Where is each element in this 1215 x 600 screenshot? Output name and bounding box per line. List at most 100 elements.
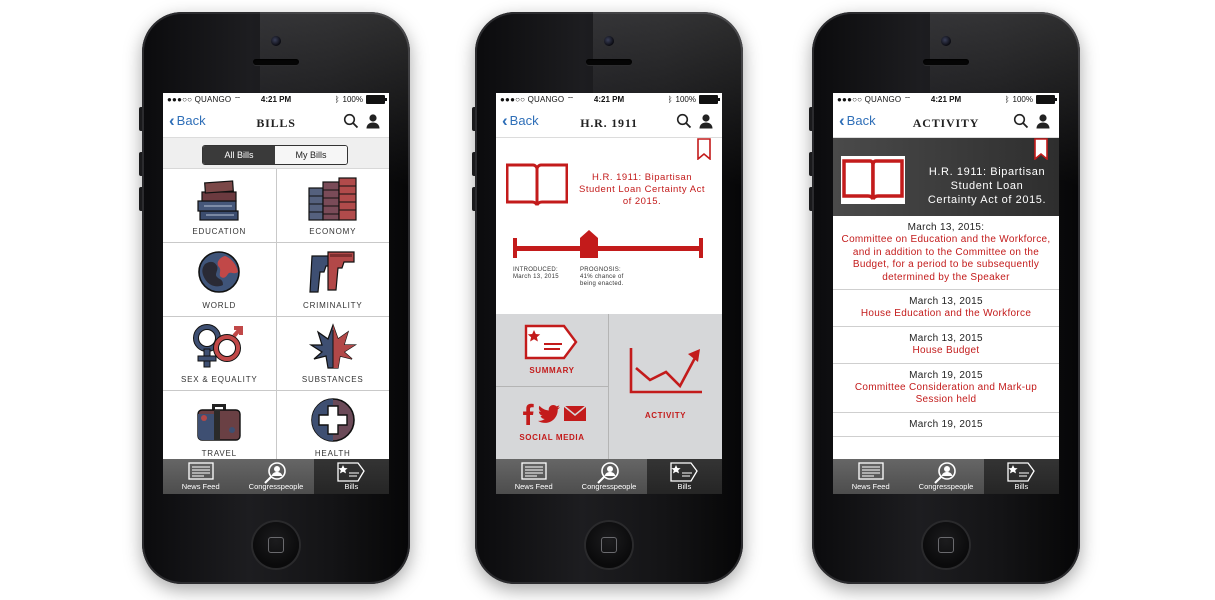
earpiece-speaker: [923, 59, 969, 65]
category-label: HEALTH: [314, 449, 351, 458]
search-icon[interactable]: [1013, 113, 1029, 129]
leaf-icon: [308, 323, 357, 369]
tab-bar: News Feed Congresspeople Bills: [496, 459, 722, 494]
person-magnify-icon: [264, 462, 286, 484]
tab-bar: News Feed Congresspeople Bills: [163, 459, 389, 494]
summary-document-icon: [524, 324, 578, 360]
category-sex-equality[interactable]: SEX & EQUALITY: [163, 317, 276, 390]
open-book-icon: [506, 163, 568, 206]
list-item[interactable]: March 19, 2015: [833, 413, 1059, 437]
suitcase-icon: [197, 404, 241, 441]
book-icon-badge: [841, 156, 905, 204]
bills-filter-segmented-control: All Bills My Bills: [202, 145, 348, 165]
tab-news-feed[interactable]: News Feed: [833, 459, 909, 494]
bookmark-icon[interactable]: [697, 138, 711, 160]
bills-screen: ●●●○○ QUANGO ⌔ 4:21 PM ᛒ 100% ‹ Back BILLS…: [163, 93, 389, 494]
home-button[interactable]: [253, 522, 299, 568]
tab-bar: News Feed Congresspeople Bills: [833, 459, 1059, 494]
search-icon[interactable]: [676, 113, 692, 129]
category-economy[interactable]: ECONOMY: [276, 169, 389, 242]
status-bar: ●●●○○ QUANGO ⌔ 4:21 PM ᛒ 100%: [833, 93, 1059, 107]
front-camera: [941, 36, 951, 46]
tab-bills[interactable]: Bills: [983, 459, 1059, 494]
category-substances[interactable]: SUBSTANCES: [276, 317, 389, 390]
category-label: SUBSTANCES: [301, 375, 364, 384]
bill-progress-timeline: [513, 230, 703, 258]
tab-news-feed[interactable]: News Feed: [163, 459, 239, 494]
tab-bills[interactable]: Bills: [313, 459, 389, 494]
home-button[interactable]: [923, 522, 969, 568]
tab-congresspeople[interactable]: Congresspeople: [908, 459, 984, 494]
tab-congresspeople[interactable]: Congresspeople: [238, 459, 314, 494]
twitter-icon[interactable]: [538, 405, 560, 423]
bluetooth-icon: ᛒ: [1004, 95, 1010, 104]
user-profile-icon[interactable]: [698, 113, 714, 129]
earpiece-speaker: [253, 59, 299, 65]
bill-action-tiles: SUMMARY ACTIVITY SOCIAL MEDIA: [496, 314, 722, 459]
social-media-tile[interactable]: SOCIAL MEDIA: [496, 387, 608, 459]
bill-header: H.R. 1911: Bipartisan Student Loan Certa…: [833, 138, 1059, 216]
open-book-icon: [842, 159, 904, 200]
list-item[interactable]: March 13, 2015: Committee on Education a…: [833, 216, 1059, 291]
bluetooth-icon: ᛒ: [667, 95, 673, 104]
battery-icon: [366, 95, 387, 104]
nav-bar: ‹ Back ACTIVITY: [833, 107, 1059, 138]
user-profile-icon[interactable]: [365, 113, 381, 129]
line-chart-icon: [629, 348, 702, 394]
segment-bar: All Bills My Bills: [163, 138, 389, 169]
status-bar: ●●●○○ QUANGO ⌔ 4:21 PM ᛒ 100%: [163, 93, 389, 107]
activity-tile[interactable]: ACTIVITY: [609, 314, 722, 459]
activity-screen: ●●●○○ QUANGO ⌔ 4:21 PM ᛒ 100% ‹ Back ACTIV…: [833, 93, 1059, 494]
category-grid: EDUCATION ECONOMY WORLD CRIMINALITY SEX …: [163, 169, 389, 464]
books-icon: [197, 180, 239, 221]
category-label: WORLD: [202, 301, 237, 310]
money-stacks-icon: [308, 177, 357, 221]
bookmark-icon[interactable]: [1034, 138, 1048, 160]
battery-indicator: ᛒ 100%: [1004, 95, 1057, 104]
category-travel[interactable]: TRAVEL: [163, 391, 276, 464]
category-label: EDUCATION: [192, 227, 247, 236]
facebook-icon[interactable]: [522, 403, 534, 425]
segment-my-bills[interactable]: My Bills: [275, 146, 347, 164]
bill-detail-screen: ●●●○○ QUANGO ⌔ 4:21 PM ᛒ 100% ‹ Back H.R. …: [496, 93, 722, 494]
category-health[interactable]: HEALTH: [276, 391, 389, 464]
person-magnify-icon: [934, 462, 956, 484]
activity-list: March 13, 2015: Committee on Education a…: [833, 216, 1059, 459]
globe-icon: [198, 251, 241, 293]
medical-cross-icon: [310, 398, 355, 442]
bill-flag-icon: [337, 462, 366, 482]
user-profile-icon[interactable]: [1035, 113, 1051, 129]
bill-title: H.R. 1911: Bipartisan Student Loan Certa…: [578, 172, 706, 207]
bill-title: H.R. 1911: Bipartisan Student Loan Certa…: [927, 166, 1047, 206]
list-item[interactable]: March 13, 2015 House Education and the W…: [833, 290, 1059, 327]
segment-all-bills[interactable]: All Bills: [203, 146, 275, 164]
tab-congresspeople[interactable]: Congresspeople: [571, 459, 647, 494]
category-label: TRAVEL: [201, 449, 237, 458]
newspaper-icon: [521, 462, 547, 480]
category-label: ECONOMY: [309, 227, 357, 236]
tab-bills[interactable]: Bills: [646, 459, 722, 494]
search-icon[interactable]: [343, 113, 359, 129]
category-criminality[interactable]: CRIMINALITY: [276, 243, 389, 316]
home-button[interactable]: [586, 522, 632, 568]
status-bar: ●●●○○ QUANGO ⌔ 4:21 PM ᛒ 100%: [496, 93, 722, 107]
list-item[interactable]: March 19, 2015 Committee Consideration a…: [833, 364, 1059, 413]
newspaper-icon: [188, 462, 214, 480]
front-camera: [604, 36, 614, 46]
category-education[interactable]: EDUCATION: [163, 169, 276, 242]
handguns-icon: [309, 251, 355, 293]
bill-flag-icon: [670, 462, 699, 482]
summary-tile[interactable]: SUMMARY: [496, 314, 608, 386]
category-world[interactable]: WORLD: [163, 243, 276, 316]
list-item[interactable]: March 13, 2015 House Budget: [833, 327, 1059, 364]
email-icon[interactable]: [564, 406, 586, 421]
newspaper-icon: [858, 462, 884, 480]
earpiece-speaker: [586, 59, 632, 65]
tab-news-feed[interactable]: News Feed: [496, 459, 572, 494]
nav-bar: ‹ Back BILLS: [163, 107, 389, 138]
gender-symbols-icon: [193, 324, 244, 368]
bill-flag-icon: [1007, 462, 1036, 482]
front-camera: [271, 36, 281, 46]
battery-icon: [1036, 95, 1057, 104]
battery-indicator: ᛒ 100%: [667, 95, 720, 104]
